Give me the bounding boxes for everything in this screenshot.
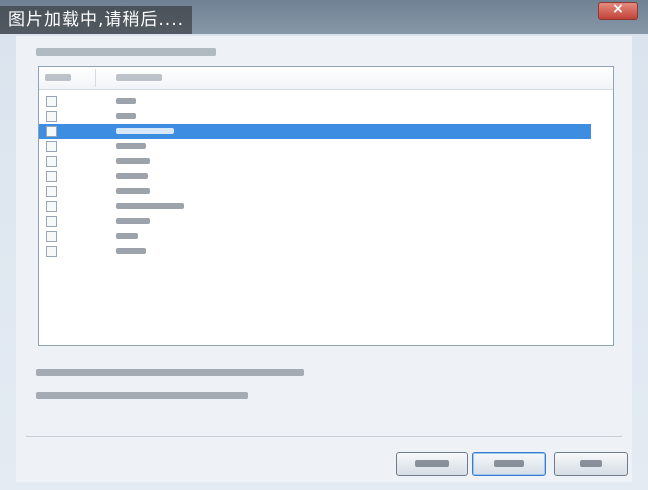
- next-button[interactable]: [472, 452, 546, 476]
- list-header: [39, 67, 613, 90]
- back-button[interactable]: [396, 452, 468, 476]
- button-label: [580, 460, 602, 467]
- button-label: [494, 460, 524, 467]
- item-checkbox[interactable]: [46, 156, 57, 167]
- list-item[interactable]: [39, 154, 591, 169]
- list-item-selected[interactable]: [39, 124, 591, 139]
- item-checkbox[interactable]: [46, 216, 57, 227]
- list-item[interactable]: [39, 169, 591, 184]
- column-header-enabled[interactable]: [45, 74, 71, 81]
- instruction-label: [36, 48, 216, 56]
- item-checkbox[interactable]: [46, 201, 57, 212]
- list-item[interactable]: [39, 244, 591, 259]
- dialog-body: [16, 36, 632, 482]
- item-checkbox[interactable]: [46, 111, 57, 122]
- item-checkbox[interactable]: [46, 126, 57, 137]
- item-checkbox[interactable]: [46, 171, 57, 182]
- item-checkbox[interactable]: [46, 186, 57, 197]
- item-label: [116, 188, 150, 194]
- list-item[interactable]: [39, 139, 591, 154]
- item-label: [116, 98, 136, 104]
- item-label: [116, 248, 146, 254]
- dialog-window: × 图片加载中,请稍后....: [0, 0, 648, 490]
- item-label: [116, 158, 150, 164]
- checkbox-list[interactable]: [38, 66, 614, 346]
- list-item[interactable]: [39, 109, 591, 124]
- list-item[interactable]: [39, 229, 591, 244]
- list-item[interactable]: [39, 199, 591, 214]
- button-label: [415, 460, 449, 467]
- close-icon: ×: [612, 1, 624, 17]
- item-checkbox[interactable]: [46, 231, 57, 242]
- item-checkbox[interactable]: [46, 96, 57, 107]
- list-item[interactable]: [39, 94, 591, 109]
- list-item[interactable]: [39, 214, 591, 229]
- loading-banner: 图片加载中,请稍后....: [0, 6, 193, 34]
- item-label: [116, 233, 138, 239]
- item-label: [116, 113, 136, 119]
- hint-text: [36, 392, 248, 399]
- list-item[interactable]: [39, 184, 591, 199]
- column-separator: [95, 69, 96, 87]
- item-label: [116, 128, 174, 134]
- item-checkbox[interactable]: [46, 141, 57, 152]
- item-checkbox[interactable]: [46, 246, 57, 257]
- item-label: [116, 203, 184, 209]
- column-header-name[interactable]: [116, 74, 162, 81]
- divider: [26, 436, 622, 437]
- close-button[interactable]: ×: [598, 1, 638, 20]
- hint-text: [36, 369, 304, 376]
- item-label: [116, 218, 150, 224]
- cancel-button[interactable]: [554, 452, 628, 476]
- item-label: [116, 173, 148, 179]
- item-label: [116, 143, 146, 149]
